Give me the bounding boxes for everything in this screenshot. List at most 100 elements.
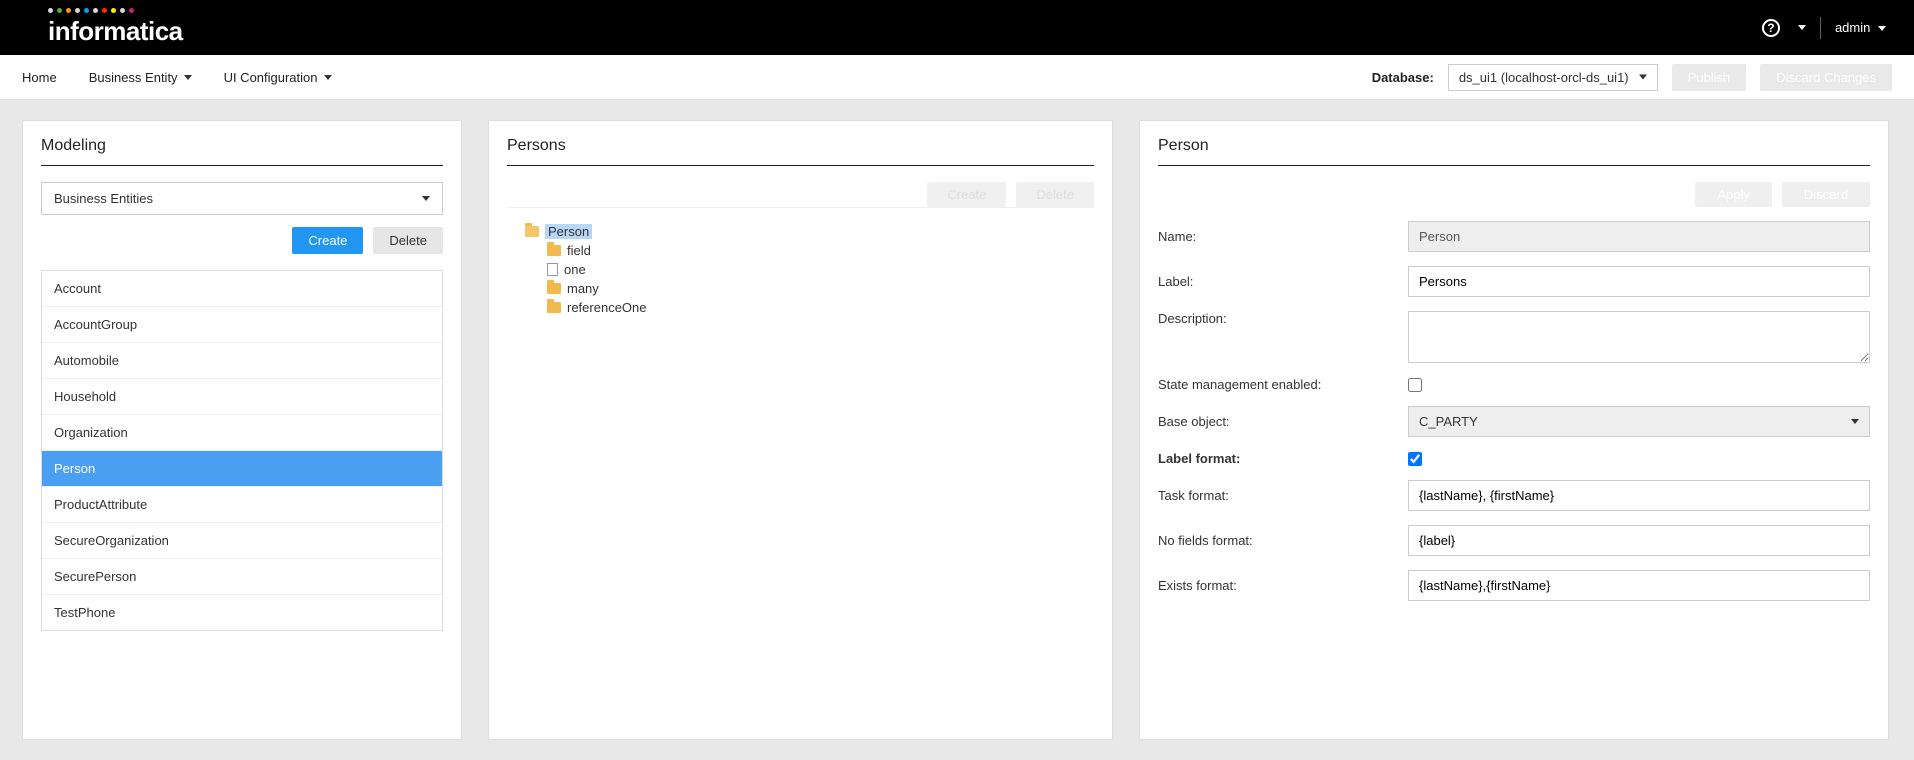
app-header: informatica ? admin [0, 0, 1914, 55]
entity-list-item[interactable]: SecureOrganization [42, 523, 442, 559]
file-icon [547, 263, 558, 276]
chevron-down-icon [1639, 75, 1647, 80]
state-checkbox[interactable] [1408, 378, 1422, 392]
publish-button[interactable]: Publish [1672, 64, 1747, 91]
nav-business-entity-label: Business Entity [89, 70, 178, 85]
chevron-down-icon [184, 75, 192, 80]
detail-panel: Person Apply Discard Name: Label: Descri… [1139, 120, 1889, 740]
main-content: Modeling Business Entities Create Delete… [0, 100, 1914, 760]
folder-icon [547, 302, 561, 313]
delete-button[interactable]: Delete [373, 227, 443, 254]
entity-tree: Person field one many referenceOne [507, 222, 1094, 317]
description-label: Description: [1158, 311, 1408, 326]
row-label: Label: [1158, 266, 1870, 297]
tree-panel: Persons Create Delete Person field one man… [488, 120, 1113, 740]
entity-list-item[interactable]: Automobile [42, 343, 442, 379]
state-label: State management enabled: [1158, 377, 1408, 392]
nav-ui-configuration[interactable]: UI Configuration [224, 70, 332, 85]
brand: informatica [48, 8, 183, 47]
entity-list-item[interactable]: SecurePerson [42, 559, 442, 595]
task-format-label: Task format: [1158, 488, 1408, 503]
entity-list-item[interactable]: TestPhone [42, 595, 442, 630]
help-icon[interactable]: ? [1762, 19, 1780, 37]
row-name: Name: [1158, 221, 1870, 252]
nav-left: Home Business Entity UI Configuration [22, 70, 332, 85]
exists-input[interactable] [1408, 570, 1870, 601]
tree-node-label: many [567, 281, 599, 296]
modeling-buttons: Create Delete [41, 227, 443, 254]
description-input[interactable] [1408, 311, 1870, 363]
base-object-select[interactable]: C_PARTY [1408, 406, 1870, 437]
modeling-type-value: Business Entities [54, 191, 153, 206]
modeling-panel: Modeling Business Entities Create Delete… [22, 120, 462, 740]
user-caret-icon [1878, 26, 1886, 31]
nav-home[interactable]: Home [22, 70, 57, 85]
row-label-format: Label format: [1158, 451, 1870, 466]
modeling-title: Modeling [41, 137, 443, 166]
entity-list-item[interactable]: AccountGroup [42, 307, 442, 343]
entity-list-item[interactable]: Organization [42, 415, 442, 451]
entity-list-item[interactable]: Person [42, 451, 442, 487]
base-object-value: C_PARTY [1419, 414, 1478, 429]
tree-children: field one many referenceOne [525, 241, 1094, 317]
tree-node-label: one [564, 262, 586, 277]
discard-changes-button[interactable]: Discard Changes [1760, 64, 1892, 91]
brand-dots [48, 8, 134, 13]
row-description: Description: [1158, 311, 1870, 363]
label-format-label: Label format: [1158, 451, 1408, 466]
entity-list: AccountAccountGroupAutomobileHouseholdOr… [41, 270, 443, 631]
folder-icon [547, 283, 561, 294]
tree-buttons: Create Delete [507, 182, 1094, 208]
label-format-checkbox[interactable] [1408, 452, 1422, 466]
tree-title: Persons [507, 137, 1094, 166]
modeling-type-select[interactable]: Business Entities [41, 182, 443, 215]
chevron-down-icon [1851, 419, 1859, 424]
entity-list-item[interactable]: ProductAttribute [42, 487, 442, 523]
tree-root[interactable]: Person [525, 222, 1094, 241]
brand-text: informatica [48, 16, 183, 47]
chevron-down-icon [324, 75, 332, 80]
discard-button[interactable]: Discard [1782, 182, 1870, 207]
tree-root-label: Person [545, 224, 592, 239]
tree-node[interactable]: field [547, 241, 1094, 260]
chevron-down-icon [422, 196, 430, 201]
row-task-format: Task format: [1158, 480, 1870, 511]
entity-list-item[interactable]: Household [42, 379, 442, 415]
no-fields-input[interactable] [1408, 525, 1870, 556]
user-menu[interactable]: admin [1835, 20, 1886, 35]
nav-business-entity[interactable]: Business Entity [89, 70, 192, 85]
row-no-fields: No fields format: [1158, 525, 1870, 556]
tree-node-label: referenceOne [567, 300, 647, 315]
tree-node[interactable]: many [547, 279, 1094, 298]
no-fields-label: No fields format: [1158, 533, 1408, 548]
exists-label: Exists format: [1158, 578, 1408, 593]
help-caret-icon[interactable] [1798, 25, 1806, 30]
entity-list-item[interactable]: Account [42, 271, 442, 307]
apply-button[interactable]: Apply [1695, 182, 1772, 207]
name-input[interactable] [1408, 221, 1870, 252]
tree-node[interactable]: one [547, 260, 1094, 279]
separator [1820, 17, 1821, 39]
tree-node[interactable]: referenceOne [547, 298, 1094, 317]
database-select[interactable]: ds_ui1 (localhost-orcl-ds_ui1) [1448, 64, 1658, 91]
folder-icon [547, 245, 561, 256]
base-object-label: Base object: [1158, 414, 1408, 429]
task-format-input[interactable] [1408, 480, 1870, 511]
nav-home-label: Home [22, 70, 57, 85]
row-exists: Exists format: [1158, 570, 1870, 601]
create-button[interactable]: Create [292, 227, 363, 254]
folder-open-icon [525, 226, 539, 237]
detail-title: Person [1158, 137, 1870, 166]
navbar: Home Business Entity UI Configuration Da… [0, 55, 1914, 100]
database-label: Database: [1372, 70, 1434, 85]
tree-create-button[interactable]: Create [927, 182, 1006, 207]
label-label: Label: [1158, 274, 1408, 289]
nav-ui-config-label: UI Configuration [224, 70, 318, 85]
database-value: ds_ui1 (localhost-orcl-ds_ui1) [1459, 70, 1629, 85]
nav-right: Database: ds_ui1 (localhost-orcl-ds_ui1)… [1372, 64, 1892, 91]
tree-delete-button[interactable]: Delete [1016, 182, 1094, 207]
header-right: ? admin [1762, 17, 1886, 39]
detail-buttons: Apply Discard [1158, 182, 1870, 207]
row-base-object: Base object: C_PARTY [1158, 406, 1870, 437]
label-input[interactable] [1408, 266, 1870, 297]
